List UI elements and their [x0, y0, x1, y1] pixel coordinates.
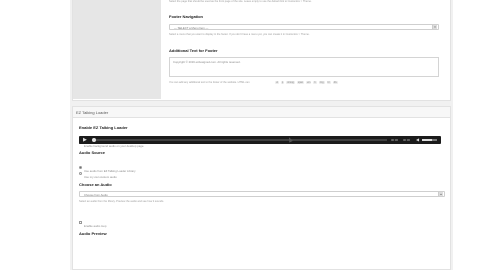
total-time: 00:00: [403, 138, 410, 142]
panel-header: EZ Talking Loader: [73, 107, 450, 118]
talking-loader-panel: EZ Talking Loader Enable EZ Talking Load…: [72, 106, 451, 270]
tag-chip: p: [280, 81, 285, 84]
additional-text-label: Additional Text for Footer: [169, 48, 218, 53]
audio-loop-label: Enable audio loop: [84, 224, 107, 228]
tag-chip: span: [296, 81, 305, 84]
current-time: 00:00: [391, 138, 398, 142]
settings-sidebar: [73, 0, 161, 99]
allowed-tags: ul p strong span em b img br div: [275, 81, 338, 84]
enable-loader-desc: Enable background audio on your desktop …: [84, 144, 145, 148]
footer-navigation-help: Select a menu that you want to display i…: [169, 33, 310, 36]
play-icon[interactable]: ▶: [83, 137, 87, 143]
tag-chip: div: [332, 81, 338, 84]
tag-chip: img: [318, 81, 325, 84]
source-custom-radio[interactable]: [79, 172, 82, 176]
enable-loader-label: Enable EZ Talking Loader: [79, 125, 128, 130]
volume-icon[interactable]: ◀: [416, 137, 419, 143]
volume-slider[interactable]: [422, 139, 437, 141]
footer-navigation-value: — SELECT a Menu Item —: [174, 26, 209, 30]
choose-audio-help: Select an audio from the library. Previe…: [79, 200, 165, 203]
footer-settings-panel: Select the page that should be used as t…: [72, 0, 451, 101]
footer-text-help: You can add any additional text to the f…: [169, 81, 250, 84]
footer-navigation-label: Footer Navigation: [169, 14, 204, 19]
audio-player: ▶ 00:00 00:00 ◀: [79, 136, 441, 144]
audio-preview-label: Audio Preview: [79, 231, 107, 236]
audio-loop-option[interactable]: Enable audio loop: [79, 214, 106, 232]
tag-chip: ul: [275, 81, 279, 84]
choose-audio-select[interactable]: Choose from Audio ▴: [79, 191, 445, 197]
volume-level: [422, 139, 432, 141]
tag-chip: em: [306, 81, 312, 84]
front-page-help: Select the page that should be used as t…: [169, 0, 312, 3]
source-option-custom[interactable]: Use my own custom audio: [79, 165, 117, 183]
footer-settings-fields: Select the page that should be used as t…: [169, 0, 447, 99]
choose-audio-label: Choose an Audio: [79, 182, 112, 187]
choose-audio-value: Choose from Audio: [84, 193, 108, 197]
audio-loop-checkbox[interactable]: [79, 221, 82, 225]
chevron-down-icon: ▾: [432, 25, 437, 29]
footer-text-value: Copyright © 2016 ezdesigned.com. All rig…: [173, 60, 241, 64]
audio-source-label: Audio Source: [79, 150, 106, 155]
tag-chip: b: [313, 81, 317, 84]
progress-track[interactable]: [95, 139, 387, 141]
tag-chip: br: [326, 81, 331, 84]
progress-handle[interactable]: [92, 138, 96, 142]
tag-chip: strong: [286, 81, 295, 84]
settings-page: Select the page that should be used as t…: [70, 0, 453, 270]
footer-navigation-select[interactable]: — SELECT a Menu Item — ▾: [169, 24, 439, 30]
source-custom-label: Use my own custom audio: [84, 175, 117, 179]
panel-title: EZ Talking Loader: [76, 110, 109, 115]
footer-text-area[interactable]: Copyright © 2016 ezdesigned.com. All rig…: [169, 57, 439, 77]
chevron-down-icon: ▴: [438, 192, 443, 196]
